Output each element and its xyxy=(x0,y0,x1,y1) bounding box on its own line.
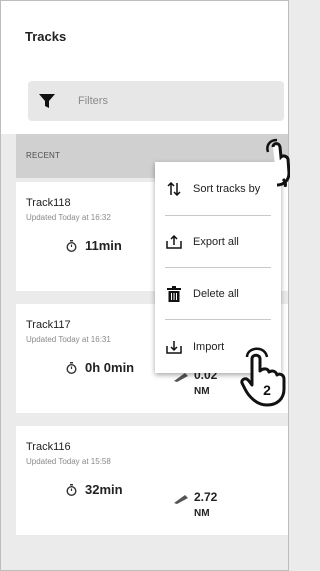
track-duration: 32min xyxy=(66,482,123,497)
export-icon xyxy=(165,235,183,249)
menu-item-label: Import xyxy=(193,341,225,353)
tap-gesture-icon xyxy=(266,138,290,187)
track-updated: Updated Today at 16:32 xyxy=(26,213,111,222)
menu-item-delete-all[interactable]: Delete all xyxy=(155,269,281,319)
duration-value: 32min xyxy=(85,482,123,497)
track-card[interactable]: Track116 Updated Today at 15:58 32min 2.… xyxy=(16,426,288,535)
track-duration: 0h 0min xyxy=(66,360,134,375)
distance-unit: NM xyxy=(194,508,210,519)
duration-value: 0h 0min xyxy=(85,360,135,375)
track-duration: 11min xyxy=(66,238,122,253)
track-updated: Updated Today at 16:31 xyxy=(26,335,111,344)
sort-icon xyxy=(165,182,183,196)
filter-placeholder: Filters xyxy=(78,95,108,107)
menu-divider xyxy=(165,215,271,216)
app-frame: Tracks Filters RECENT Track118 Updated T… xyxy=(0,0,290,571)
distance-unit: NM xyxy=(194,386,210,397)
menu-item-label: Delete all xyxy=(193,288,239,300)
menu-divider xyxy=(165,319,271,320)
import-icon xyxy=(165,340,183,354)
track-distance: 2.72 NM xyxy=(194,490,217,519)
menu-divider xyxy=(165,267,271,268)
filter-icon xyxy=(39,93,55,109)
stopwatch-icon xyxy=(66,239,77,252)
page-title: Tracks xyxy=(25,29,67,44)
header: Tracks Filters xyxy=(1,1,288,134)
track-name: Track116 xyxy=(26,441,71,453)
track-name: Track117 xyxy=(26,319,71,331)
menu-item-export-all[interactable]: Export all xyxy=(155,217,281,267)
filter-bar[interactable]: Filters xyxy=(28,81,284,121)
stopwatch-icon xyxy=(66,361,77,374)
recent-label: RECENT xyxy=(26,151,61,160)
menu-item-label: Export all xyxy=(193,236,239,248)
track-name: Track118 xyxy=(26,197,71,209)
track-updated: Updated Today at 15:58 xyxy=(26,457,111,466)
trash-icon xyxy=(165,286,183,302)
stopwatch-icon xyxy=(66,483,77,496)
distance-value: 2.72 xyxy=(194,490,218,504)
step-number: 2 xyxy=(263,382,271,398)
duration-value: 11min xyxy=(85,238,122,253)
menu-item-label: Sort tracks by xyxy=(193,183,261,195)
ruler-icon xyxy=(174,491,188,509)
